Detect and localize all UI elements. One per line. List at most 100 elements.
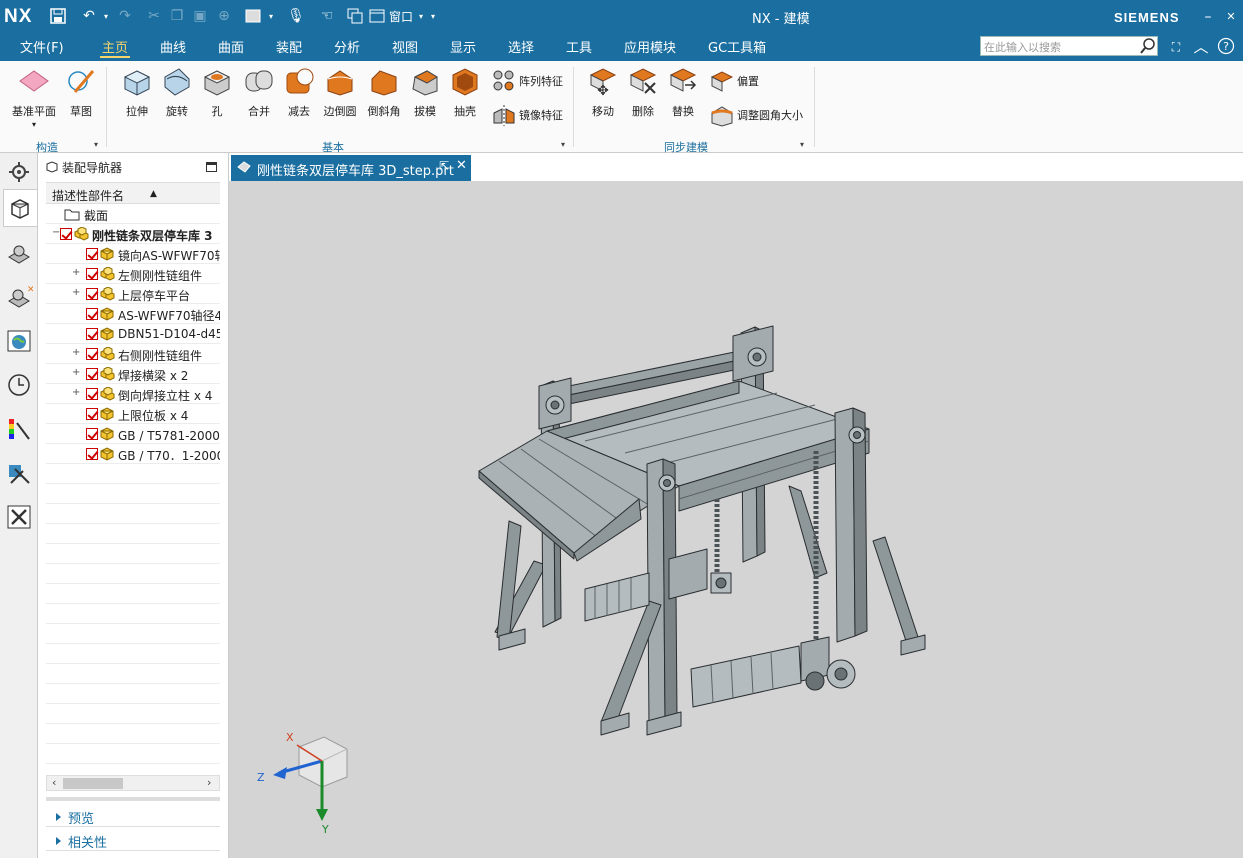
expand-icon[interactable]: + [72, 347, 80, 358]
expand-icon[interactable]: + [72, 287, 80, 298]
web-browser-icon[interactable] [5, 327, 33, 355]
delete-face-button[interactable]: 删除 [624, 65, 662, 119]
expand-icon[interactable]: + [72, 367, 80, 378]
display-style-icon[interactable] [243, 5, 263, 27]
fullscreen-icon[interactable]: ⛶ [1166, 37, 1186, 57]
menu-applications[interactable]: 应用模块 [624, 37, 676, 57]
offset-region-button[interactable]: 偏置 [710, 69, 759, 93]
edge-blend-button[interactable]: 边倒圆 [320, 65, 360, 119]
chamfer-button[interactable]: 倒斜角 [364, 65, 404, 119]
save-icon[interactable] [48, 5, 68, 27]
visibility-checkbox[interactable] [86, 408, 98, 420]
help-icon[interactable]: ? [1216, 37, 1236, 57]
command-search-input[interactable]: 在此输入以搜索 [980, 36, 1158, 56]
menu-curve[interactable]: 曲线 [160, 37, 186, 57]
menu-surface[interactable]: 曲面 [218, 37, 244, 57]
tree-row[interactable]: 镜向AS-WFWF70轴 [46, 244, 220, 264]
visibility-checkbox[interactable] [86, 348, 98, 360]
tree-row[interactable]: + 左侧刚性链组件 [46, 264, 220, 284]
hole-button[interactable]: 孔 [198, 65, 236, 119]
visibility-checkbox[interactable] [86, 328, 98, 340]
tree-row[interactable]: 截面 [46, 204, 220, 224]
undock-icon[interactable]: ⇱ [439, 159, 449, 173]
redo-icon[interactable]: ↷ [115, 5, 135, 27]
assembly-navigator-tab-icon[interactable] [3, 189, 37, 227]
tree-row[interactable]: DBN51-D104-d45 [46, 324, 220, 344]
expand-icon[interactable]: + [72, 387, 80, 398]
undo-icon[interactable]: ↶ [77, 5, 101, 27]
close-window-icon[interactable]: ✕ [1219, 5, 1243, 29]
visibility-checkbox[interactable] [86, 248, 98, 260]
scroll-left-icon[interactable]: ‹ [52, 776, 56, 789]
maximize-icon[interactable] [206, 162, 217, 172]
visibility-checkbox[interactable] [86, 388, 98, 400]
undo-dropdown-icon[interactable]: ▾ [101, 5, 111, 27]
preview-panel-header[interactable]: 预览 [46, 805, 220, 827]
extrude-button[interactable]: 拉伸 [118, 65, 156, 119]
column-header[interactable]: 描述性部件名 ▲ [46, 182, 220, 204]
window-menu-dropdown-icon[interactable]: ▾ [416, 5, 426, 27]
part-navigator-icon[interactable] [5, 241, 33, 269]
tree-row[interactable]: + 焊接横梁 x 2 [46, 364, 220, 384]
group-sync-dropdown-icon[interactable]: ▾ [800, 140, 804, 149]
tree-row[interactable]: − 刚性链条双层停车库 3 [46, 224, 220, 244]
visibility-checkbox[interactable] [86, 288, 98, 300]
expand-icon[interactable]: + [72, 267, 80, 278]
tree-row[interactable]: GB / T5781-2000六 [46, 424, 220, 444]
constraint-navigator-icon[interactable]: ✕ [5, 283, 35, 311]
subtract-button[interactable]: 减去 [280, 65, 318, 119]
role-icon[interactable] [5, 459, 33, 487]
tree-row[interactable]: GB / T70．1-2000 [46, 444, 220, 464]
visibility-checkbox[interactable] [86, 268, 98, 280]
menu-assembly[interactable]: 装配 [276, 37, 302, 57]
window-menu[interactable]: 窗口 [389, 5, 413, 27]
replace-face-button[interactable]: 替换 [664, 65, 702, 119]
close-tab-icon[interactable]: ✕ [456, 158, 467, 173]
menu-home[interactable]: 主页 [102, 37, 128, 57]
graphics-window[interactable]: X Y Z [229, 181, 1243, 858]
menu-display[interactable]: 显示 [450, 37, 476, 57]
repeat-command-icon[interactable]: ⊕ [214, 5, 234, 27]
copy-icon[interactable]: ❐ [167, 5, 187, 27]
menu-view[interactable]: 视图 [392, 37, 418, 57]
tree-row[interactable]: AS-WFWF70轴径4 [46, 304, 220, 324]
model-view[interactable]: X Y Z [229, 181, 1243, 858]
tree-row[interactable]: + 右侧刚性链组件 [46, 344, 220, 364]
scrollbar-thumb[interactable] [63, 778, 123, 789]
menu-gc-toolkit[interactable]: GC工具箱 [708, 37, 766, 57]
menu-select[interactable]: 选择 [508, 37, 534, 57]
visibility-checkbox[interactable] [86, 308, 98, 320]
tools-icon[interactable] [5, 503, 33, 531]
menu-analysis[interactable]: 分析 [334, 37, 360, 57]
paste-icon[interactable]: ▣ [190, 5, 210, 27]
cut-icon[interactable]: ✂ [144, 5, 164, 27]
horizontal-scrollbar[interactable]: ‹ › [46, 775, 220, 791]
visibility-checkbox[interactable] [86, 428, 98, 440]
sketch-button[interactable]: 草图 [62, 65, 100, 119]
search-icon[interactable] [1139, 37, 1157, 55]
mirror-feature-button[interactable]: 镜像特征 [492, 103, 563, 127]
switch-window-icon[interactable] [345, 5, 365, 27]
menu-tools[interactable]: 工具 [566, 37, 592, 57]
dependencies-panel-header[interactable]: 相关性 [46, 829, 220, 851]
tree-row[interactable]: 上限位板 x 4 [46, 404, 220, 424]
panel-splitter[interactable] [46, 797, 220, 801]
settings-icon[interactable] [5, 158, 33, 186]
quick-access-customize-icon[interactable]: ▾ [428, 5, 438, 27]
pattern-feature-button[interactable]: 阵列特征 [492, 69, 563, 93]
display-style-dropdown-icon[interactable]: ▾ [266, 5, 276, 27]
history-icon[interactable] [5, 371, 33, 399]
shell-button[interactable]: 抽壳 [446, 65, 484, 119]
visibility-checkbox[interactable] [86, 368, 98, 380]
tree-row[interactable]: + 上层停车平台 [46, 284, 220, 304]
sort-ascending-icon[interactable]: ▲ [150, 189, 157, 199]
unite-button[interactable]: 合并 [240, 65, 278, 119]
document-tab[interactable]: 刚性链条双层停车库 3D_step.prt ⇱ ✕ [231, 155, 471, 181]
visibility-checkbox[interactable] [86, 448, 98, 460]
menu-file[interactable]: 文件(F) [20, 37, 64, 57]
datum-plane-button[interactable]: 基准平面 ▾ [8, 65, 60, 129]
visualization-palette-icon[interactable] [5, 415, 33, 443]
window-icon[interactable] [368, 5, 386, 27]
revolve-button[interactable]: 旋转 [158, 65, 196, 119]
visibility-checkbox[interactable] [60, 228, 72, 240]
